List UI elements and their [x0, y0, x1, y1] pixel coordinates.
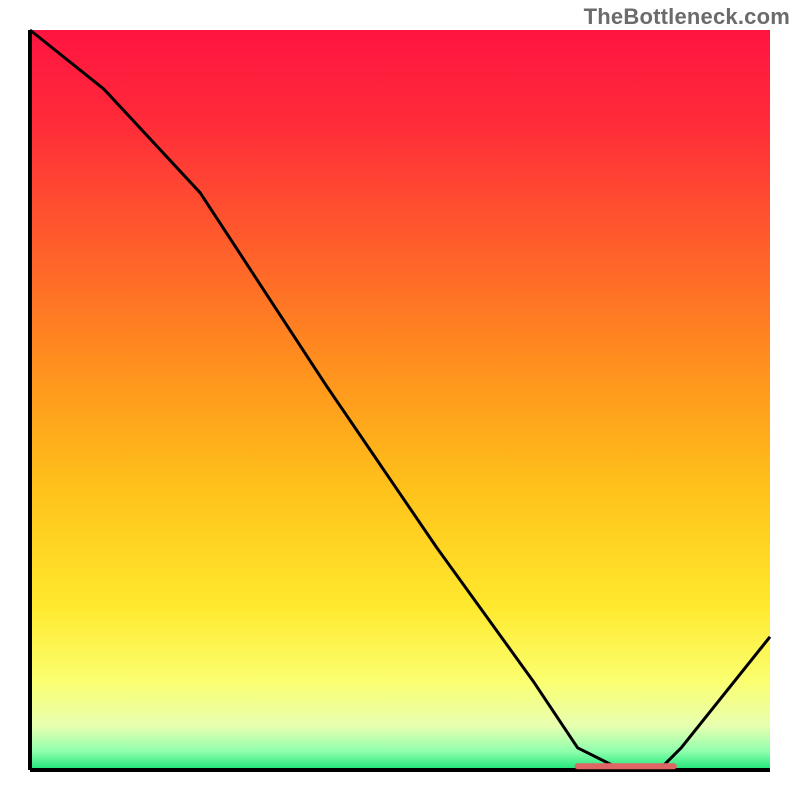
plot-background: [30, 30, 770, 770]
chart-container: TheBottleneck.com: [0, 0, 800, 800]
bottleneck-chart: [0, 0, 800, 800]
watermark-text: TheBottleneck.com: [584, 4, 790, 30]
